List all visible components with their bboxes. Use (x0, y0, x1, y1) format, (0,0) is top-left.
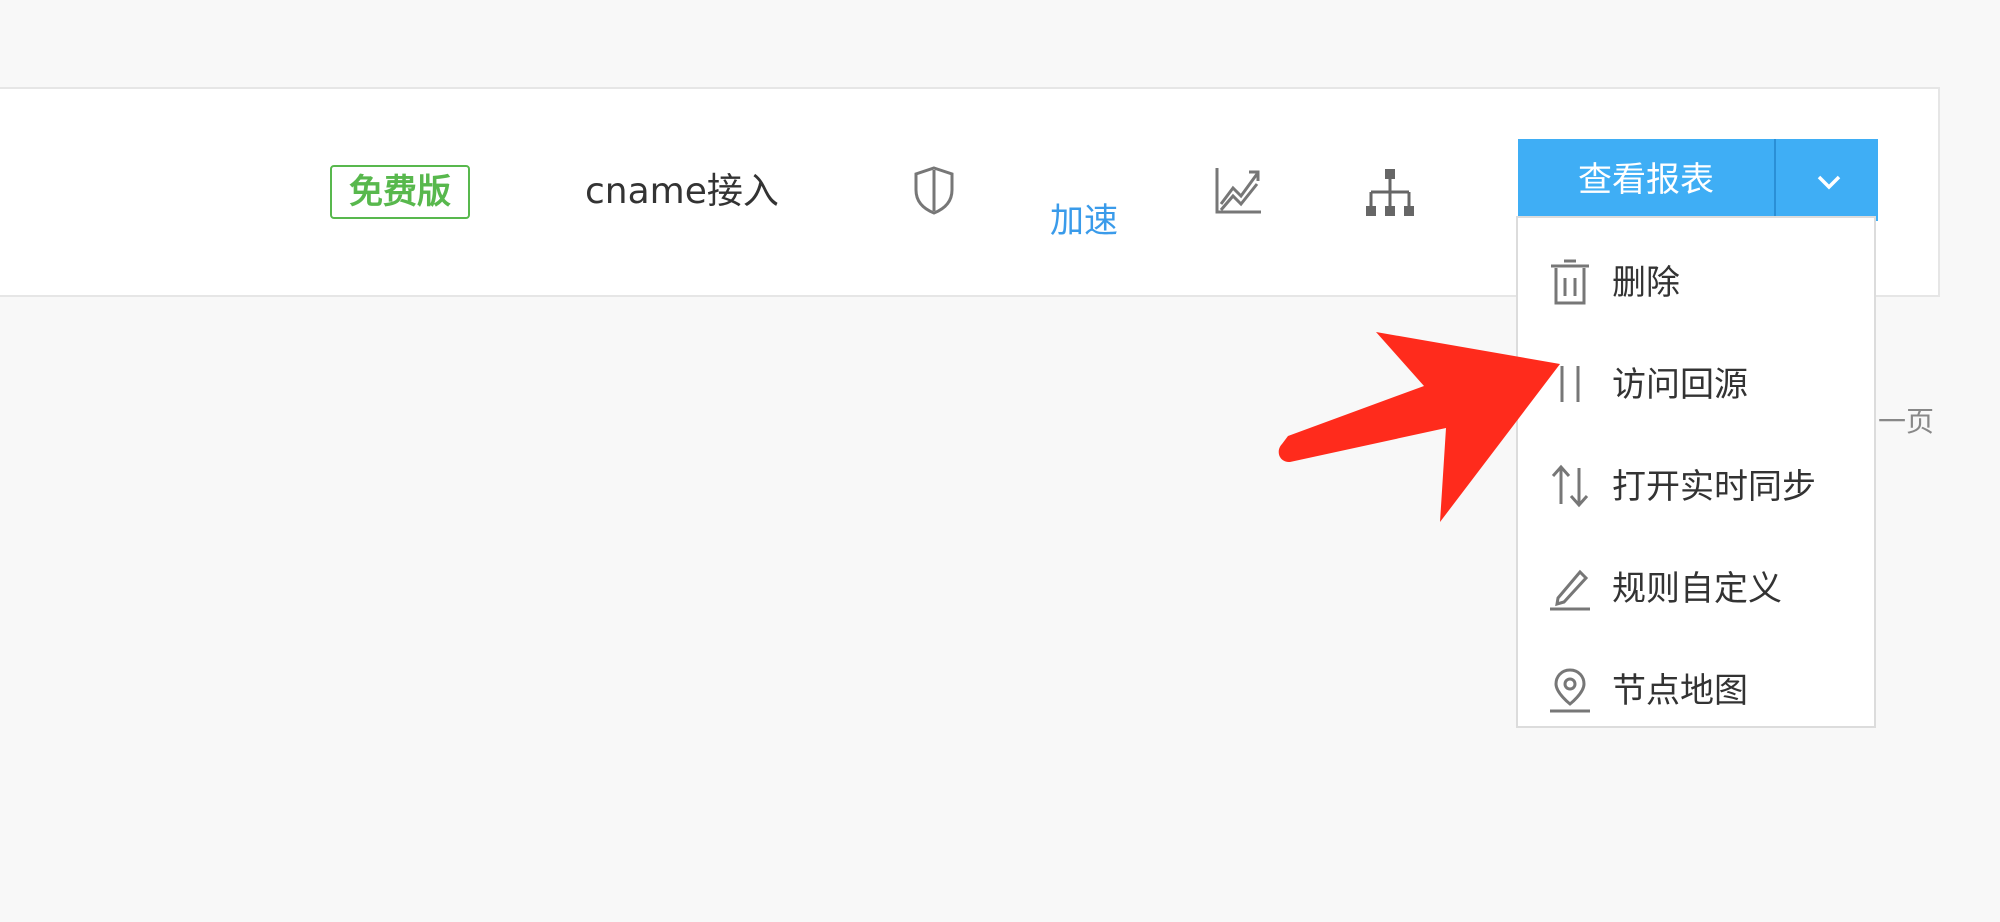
menu-item-label: 打开实时同步 (1612, 467, 1816, 507)
accelerate-link[interactable]: 加速 (1050, 198, 1118, 244)
actions-dropdown-menu: 删除 访问回源 打开实时同步 规则自定义 节点地图 (1516, 216, 1876, 728)
report-dropdown-toggle[interactable] (1774, 139, 1878, 221)
menu-item-delete[interactable]: 删除 (1518, 238, 1874, 328)
pagination-next-page-text[interactable]: 一页 (1878, 402, 1934, 442)
menu-item-custom-rules[interactable]: 规则自定义 (1518, 544, 1874, 634)
shield-icon[interactable] (908, 164, 960, 216)
trash-icon (1548, 258, 1592, 306)
menu-item-label: 规则自定义 (1612, 569, 1782, 609)
menu-item-label: 节点地图 (1612, 671, 1748, 711)
menu-item-node-map[interactable]: 节点地图 (1518, 646, 1874, 736)
pencil-icon (1548, 564, 1592, 612)
line-chart-icon[interactable] (1213, 164, 1265, 216)
menu-item-origin-access[interactable]: 访问回源 (1518, 340, 1874, 430)
view-report-button[interactable]: 查看报表 (1518, 139, 1774, 221)
free-plan-badge: 免费版 (330, 165, 470, 219)
menu-item-label: 删除 (1612, 263, 1680, 303)
sitemap-icon[interactable] (1364, 166, 1416, 218)
annotation-arrow (1270, 326, 1570, 536)
access-type-label: cname接入 (585, 171, 779, 212)
map-pin-icon (1548, 666, 1592, 714)
chevron-down-icon (1817, 175, 1841, 190)
menu-item-realtime-sync[interactable]: 打开实时同步 (1518, 442, 1874, 532)
menu-item-label: 访问回源 (1612, 365, 1748, 405)
